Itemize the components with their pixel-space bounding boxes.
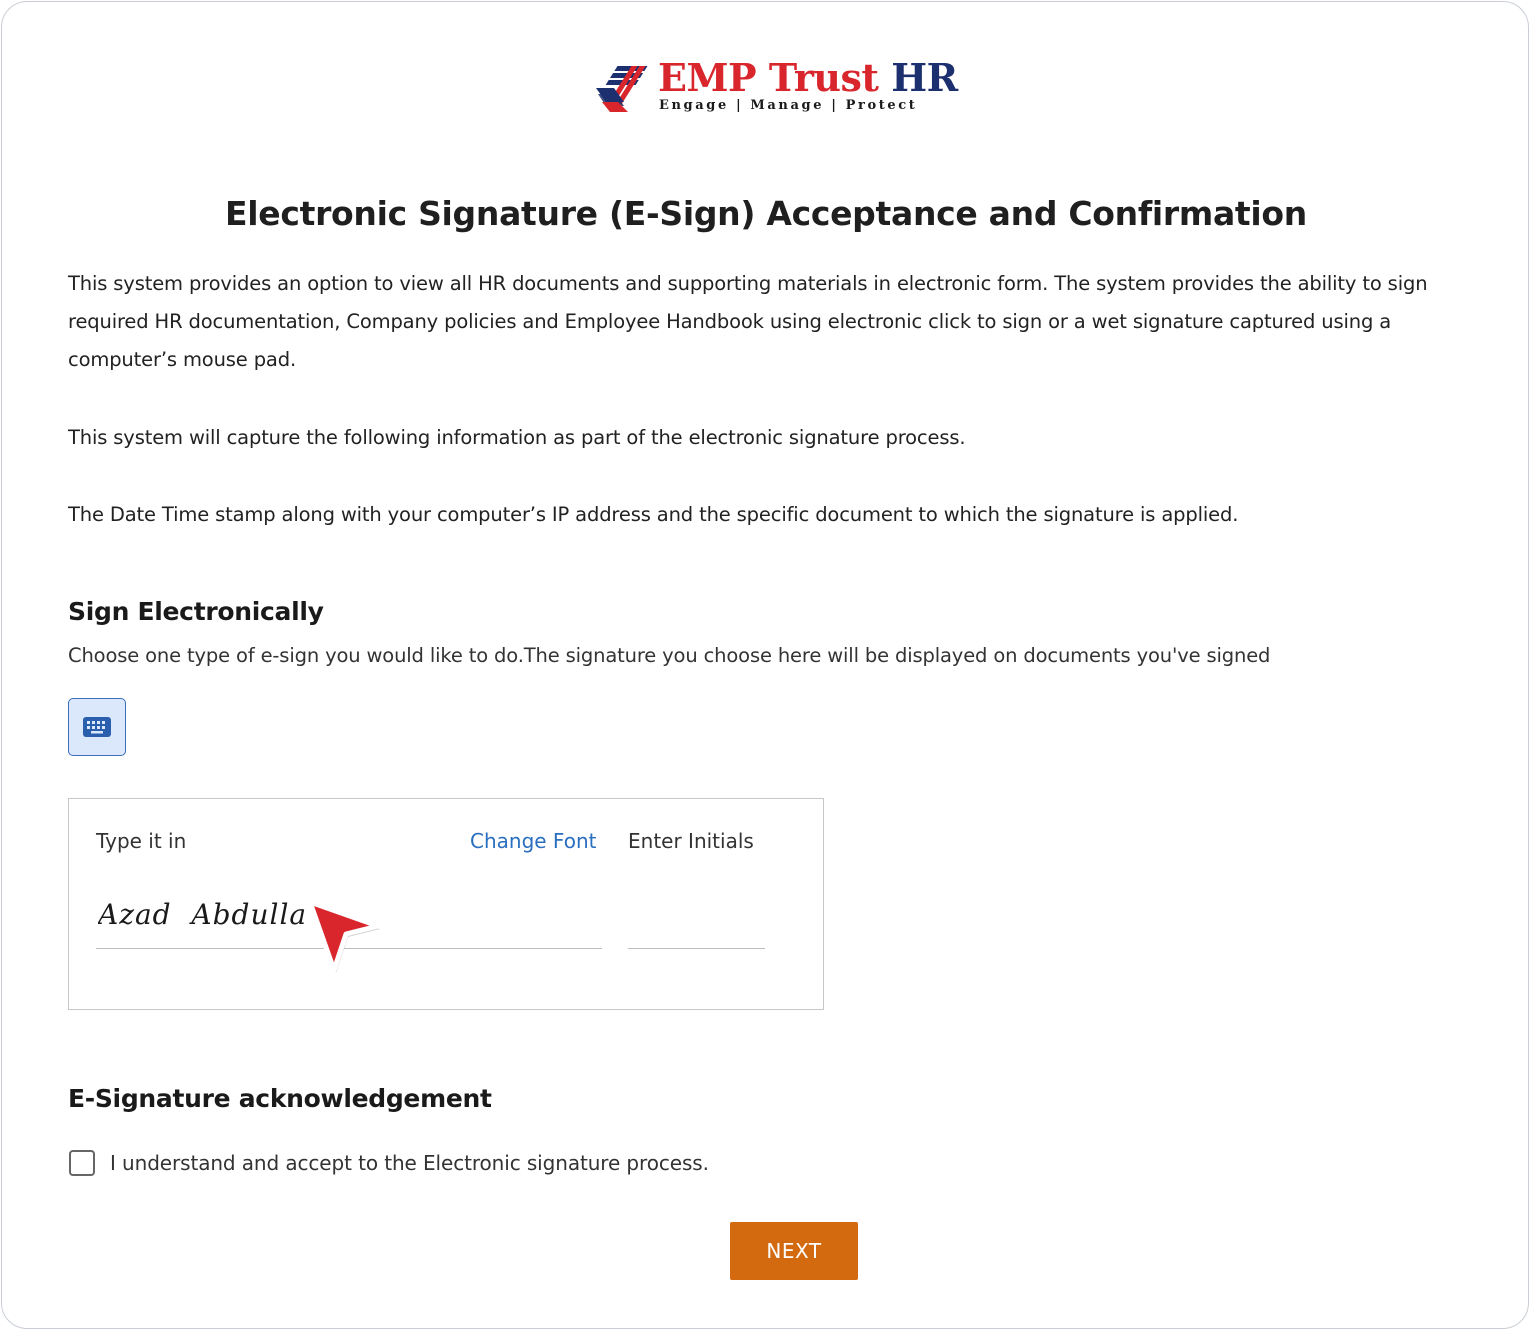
signature-panel: Type it in Change Font Enter Initials xyxy=(68,798,824,1010)
page-title: Electronic Signature (E-Sign) Acceptance… xyxy=(225,194,1307,233)
brand-logo: EMP Trust HR Engage | Manage | Protect xyxy=(594,55,958,120)
accept-checkbox-label[interactable]: I understand and accept to the Electroni… xyxy=(110,1148,709,1178)
acknowledgement-heading: E-Signature acknowledgement xyxy=(68,1084,492,1113)
next-button[interactable]: NEXT xyxy=(730,1222,858,1280)
brand-tagline: Engage | Manage | Protect xyxy=(659,98,918,113)
initials-input[interactable] xyxy=(628,881,765,949)
keyboard-icon xyxy=(83,717,111,737)
brand-stripes-icon xyxy=(596,66,648,112)
capture-paragraph: This system will capture the following i… xyxy=(68,426,966,449)
type-signature-button[interactable] xyxy=(68,698,126,756)
accept-checkbox[interactable] xyxy=(69,1150,95,1176)
esign-card: EMP Trust HR Engage | Manage | Protect E… xyxy=(1,1,1529,1329)
brand-name: EMP Trust HR xyxy=(658,55,958,100)
mouse-pointer-icon xyxy=(307,899,381,973)
sign-subtitle: Choose one type of e-sign you would like… xyxy=(68,644,1271,667)
change-font-link[interactable]: Change Font xyxy=(470,827,596,855)
enter-initials-label: Enter Initials xyxy=(628,829,754,853)
type-it-in-label: Type it in xyxy=(96,829,187,853)
sign-heading: Sign Electronically xyxy=(68,597,324,626)
intro-paragraph: This system provides an option to view a… xyxy=(68,272,1428,371)
timestamp-paragraph: The Date Time stamp along with your comp… xyxy=(68,503,1239,526)
